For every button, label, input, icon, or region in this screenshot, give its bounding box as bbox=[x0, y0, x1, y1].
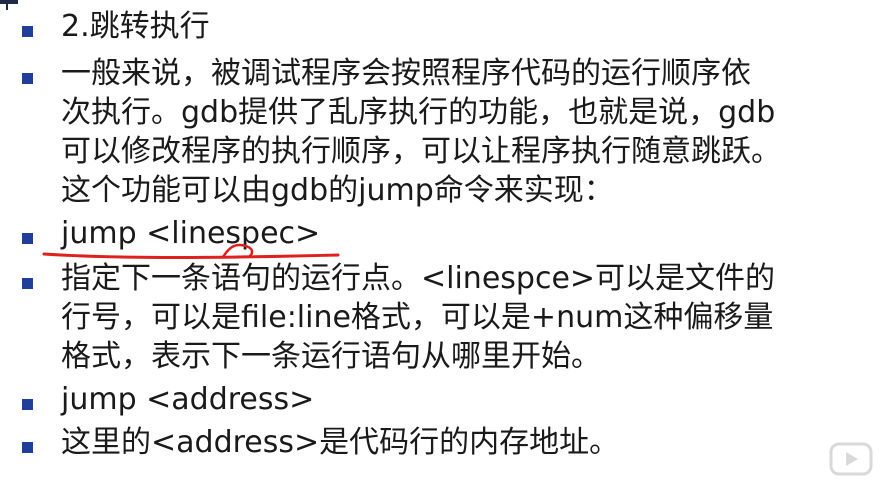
square-bullet-icon bbox=[22, 73, 33, 84]
square-bullet-icon bbox=[22, 233, 33, 244]
paragraph-address: 这里的<address>是代码行的内存地址。 bbox=[61, 423, 619, 462]
corner-mark bbox=[0, 0, 18, 4]
jump-linespec-command: jump <linespec> bbox=[61, 214, 320, 253]
square-bullet-icon bbox=[22, 399, 33, 410]
corner-mark-tick bbox=[6, 0, 8, 10]
square-bullet-icon bbox=[22, 26, 33, 37]
square-bullet-icon bbox=[22, 278, 33, 289]
command-line: jump <linespec> bbox=[61, 216, 321, 251]
underline-stroke bbox=[42, 252, 340, 259]
paragraph-line: 可以修改程序的执行顺序，可以让程序执行随意跳跃。 bbox=[61, 134, 781, 169]
jump-address-command: jump <address> bbox=[61, 380, 314, 419]
paragraph-line: 这里的<address>是代码行的内存地址。 bbox=[61, 425, 620, 460]
command-line: jump <address> bbox=[61, 382, 315, 417]
paragraph-line: 格式，表示下一条运行语句从哪里开始。 bbox=[61, 339, 601, 374]
heading-line: 2.跳转执行 bbox=[61, 9, 210, 44]
square-bullet-icon bbox=[22, 442, 33, 453]
paragraph-linespec: 指定下一条语句的运行点。<linespce>可以是文件的 行号，可以是file:… bbox=[61, 259, 775, 376]
play-watermark-icon bbox=[829, 442, 873, 476]
paragraph-line: 指定下一条语句的运行点。<linespce>可以是文件的 bbox=[61, 261, 776, 296]
paragraph-line: 次执行。gdb提供了乱序执行的功能，也就是说，gdb bbox=[61, 95, 776, 130]
paragraph-line: 这个功能可以由gdb的jump命令来实现： bbox=[61, 173, 614, 208]
slide-heading: 2.跳转执行 bbox=[61, 7, 210, 46]
paragraph-intro: 一般来说，被调试程序会按照程序代码的运行顺序依 次执行。gdb提供了乱序执行的功… bbox=[61, 54, 781, 210]
paragraph-line: 一般来说，被调试程序会按照程序代码的运行顺序依 bbox=[61, 56, 751, 91]
paragraph-line: 行号，可以是file:line格式，可以是+num这种偏移量 bbox=[61, 300, 774, 335]
